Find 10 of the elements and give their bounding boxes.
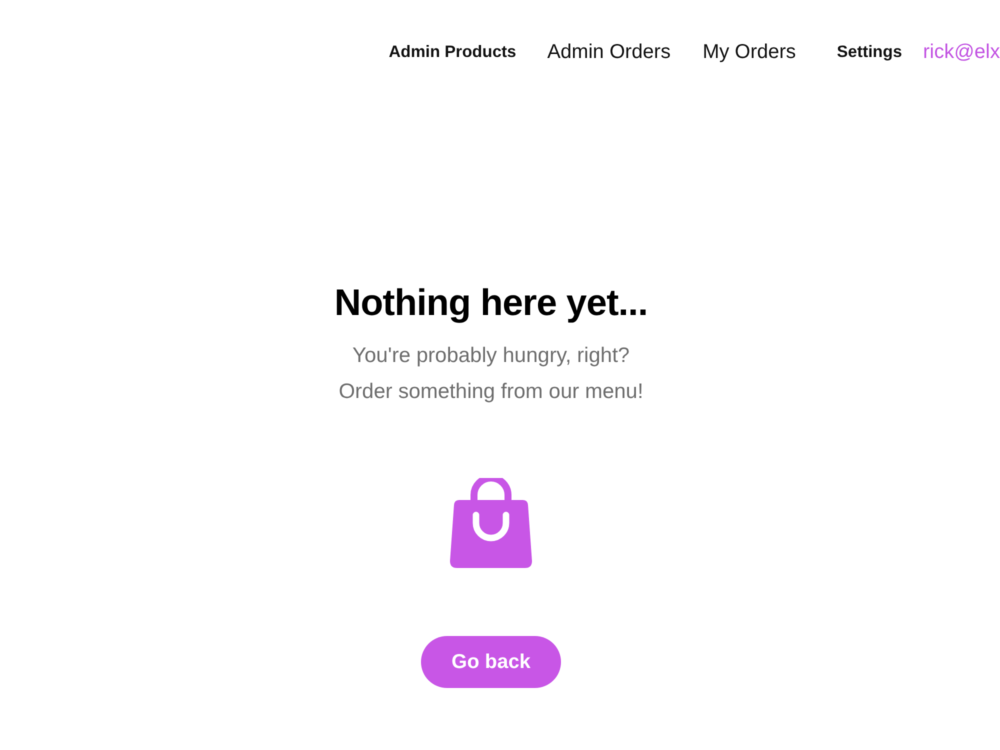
nav-link[interactable]: Admin Orders bbox=[547, 40, 671, 64]
user-email-link[interactable]: rick@elx bbox=[923, 40, 1000, 64]
nav-link[interactable]: Settings bbox=[836, 42, 902, 62]
empty-state-message: Order something from our menu! bbox=[338, 379, 644, 405]
nav-link[interactable]: Admin Products bbox=[388, 42, 516, 62]
empty-state-message: You're probably hungry, right? bbox=[352, 343, 630, 369]
shopping-bag-icon bbox=[450, 478, 532, 568]
nav-link[interactable]: My Orders bbox=[702, 40, 796, 64]
empty-state-title: Nothing here yet... bbox=[334, 281, 648, 325]
go-back-button[interactable]: Go back bbox=[420, 636, 562, 688]
